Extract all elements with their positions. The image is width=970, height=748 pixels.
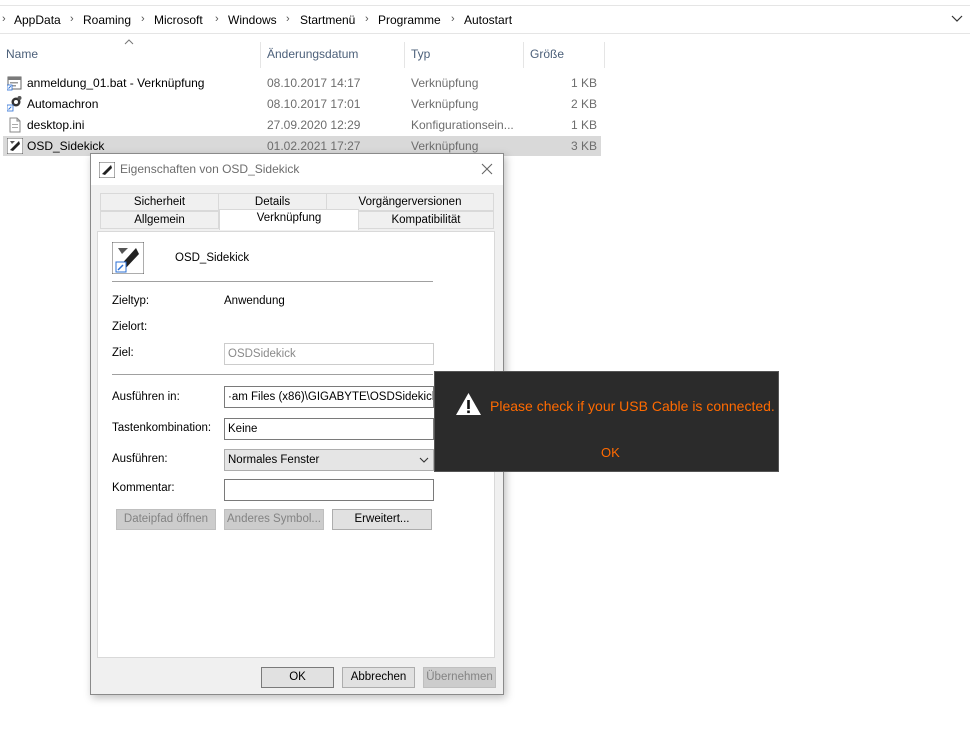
- file-date: 01.02.2021 17:27: [267, 139, 361, 153]
- value-zieltyp: Anwendung: [224, 295, 285, 307]
- usb-warning-ok-button[interactable]: OK: [601, 445, 620, 460]
- label-kommentar: Kommentar:: [112, 482, 175, 494]
- column-divider[interactable]: [260, 42, 261, 68]
- file-name: OSD_Sidekick: [27, 139, 105, 153]
- file-size: 1 KB: [570, 76, 597, 90]
- breadcrumb-separator-icon: ›: [286, 13, 290, 25]
- label-zieltyp: Zieltyp:: [112, 295, 150, 307]
- shortcut-large-icon: [112, 242, 144, 274]
- breadcrumb-separator-icon: ›: [70, 13, 74, 25]
- sort-ascending-icon: [124, 39, 134, 45]
- file-type: Verknüpfung: [411, 97, 479, 111]
- file-row[interactable]: desktop.ini 27.09.2020 12:29 Konfigurati…: [3, 115, 601, 135]
- breadcrumb-programme[interactable]: Programme: [378, 13, 441, 27]
- file-date: 08.10.2017 14:17: [267, 76, 361, 90]
- label-zielort: Zielort:: [112, 321, 148, 333]
- breadcrumb-windows[interactable]: Windows: [228, 13, 277, 27]
- breadcrumb-appdata[interactable]: AppData: [14, 13, 61, 27]
- column-header-size[interactable]: Größe: [530, 47, 564, 61]
- breadcrumb-separator-icon: ›: [141, 13, 145, 25]
- file-size: 1 KB: [570, 118, 597, 132]
- ini-file-icon: [9, 117, 21, 133]
- breadcrumb-separator-icon: ›: [365, 13, 369, 25]
- file-name: anmeldung_01.bat - Verknüpfung: [27, 76, 205, 90]
- breadcrumb-separator-icon: ›: [451, 13, 455, 25]
- column-divider[interactable]: [523, 42, 524, 68]
- osd-shortcut-icon: [7, 138, 23, 154]
- column-divider[interactable]: [604, 42, 605, 68]
- breadcrumb-separator-icon: ›: [2, 13, 6, 25]
- close-icon[interactable]: [479, 161, 495, 177]
- apply-button[interactable]: Übernehmen: [423, 667, 496, 688]
- file-type: Konfigurationsein...: [411, 118, 514, 132]
- cancel-button[interactable]: Abbrechen: [342, 667, 415, 688]
- column-divider[interactable]: [404, 42, 405, 68]
- column-header-name[interactable]: Name: [6, 47, 38, 61]
- ziel-field[interactable]: OSDSidekick: [224, 343, 434, 365]
- usb-warning-popup[interactable]: Please check if your USB Cable is connec…: [434, 371, 779, 472]
- chevron-down-icon[interactable]: [950, 12, 964, 26]
- file-date: 08.10.2017 17:01: [267, 97, 361, 111]
- kommentar-field[interactable]: [224, 479, 434, 501]
- chevron-down-icon: [419, 457, 429, 463]
- breadcrumb-microsoft[interactable]: Microsoft: [154, 13, 203, 27]
- open-path-button[interactable]: Dateipfad öffnen: [116, 509, 216, 530]
- label-tastenkombination: Tastenkombination:: [112, 422, 212, 434]
- usb-warning-message: Please check if your USB Cable is connec…: [490, 398, 775, 414]
- tab-kompatibilitaet[interactable]: Kompatibilität: [358, 211, 494, 229]
- change-icon-button[interactable]: Anderes Symbol...: [224, 509, 324, 530]
- column-header-date[interactable]: Änderungsdatum: [267, 47, 358, 61]
- advanced-button[interactable]: Erweitert...: [332, 509, 432, 530]
- batch-shortcut-icon: [7, 76, 22, 91]
- app-shortcut-icon: [7, 96, 22, 112]
- warning-icon: [456, 393, 481, 415]
- breadcrumb-startmenue[interactable]: Startmenü: [300, 13, 355, 27]
- dialog-title: Eigenschaften von OSD_Sidekick: [120, 162, 300, 176]
- file-name: desktop.ini: [27, 118, 85, 132]
- ausfuehren-in-field[interactable]: ·am Files (x86)\GIGABYTE\OSDSidekick\": [224, 386, 434, 408]
- tastenkombination-field[interactable]: Keine: [224, 418, 434, 440]
- ok-button[interactable]: OK: [261, 667, 334, 688]
- file-type: Verknüpfung: [411, 76, 479, 90]
- file-size: 3 KB: [570, 139, 597, 153]
- file-row[interactable]: anmeldung_01.bat - Verknüpfung 08.10.201…: [3, 73, 601, 93]
- tab-sicherheit[interactable]: Sicherheit: [100, 193, 219, 211]
- ausfuehren-select[interactable]: Normales Fenster: [224, 449, 434, 471]
- ausfuehren-select-value: Normales Fenster: [228, 454, 320, 466]
- file-name: Automachron: [27, 97, 99, 111]
- divider: [112, 281, 433, 282]
- address-bar[interactable]: › AppData › Roaming › Microsoft › Window…: [0, 5, 970, 34]
- osd-app-icon: [99, 162, 115, 178]
- label-ausfuehren: Ausführen:: [112, 453, 168, 465]
- file-row[interactable]: Automachron 08.10.2017 17:01 Verknüpfung…: [3, 94, 601, 114]
- column-header-type[interactable]: Typ: [411, 47, 430, 61]
- file-size: 2 KB: [570, 97, 597, 111]
- label-ziel: Ziel:: [112, 347, 134, 359]
- tab-allgemein[interactable]: Allgemein: [100, 211, 219, 229]
- file-type: Verknüpfung: [411, 139, 479, 153]
- breadcrumb-roaming[interactable]: Roaming: [83, 13, 131, 27]
- label-ausfuehren-in: Ausführen in:: [112, 391, 180, 403]
- tab-verknuepfung[interactable]: Verknüpfung: [219, 209, 359, 230]
- dialog-titlebar[interactable]: Eigenschaften von OSD_Sidekick: [91, 154, 503, 185]
- breadcrumb-separator-icon: ›: [215, 13, 219, 25]
- file-date: 27.09.2020 12:29: [267, 118, 361, 132]
- shortcut-name: OSD_Sidekick: [175, 252, 250, 264]
- breadcrumb-autostart[interactable]: Autostart: [464, 13, 512, 27]
- divider: [112, 374, 433, 375]
